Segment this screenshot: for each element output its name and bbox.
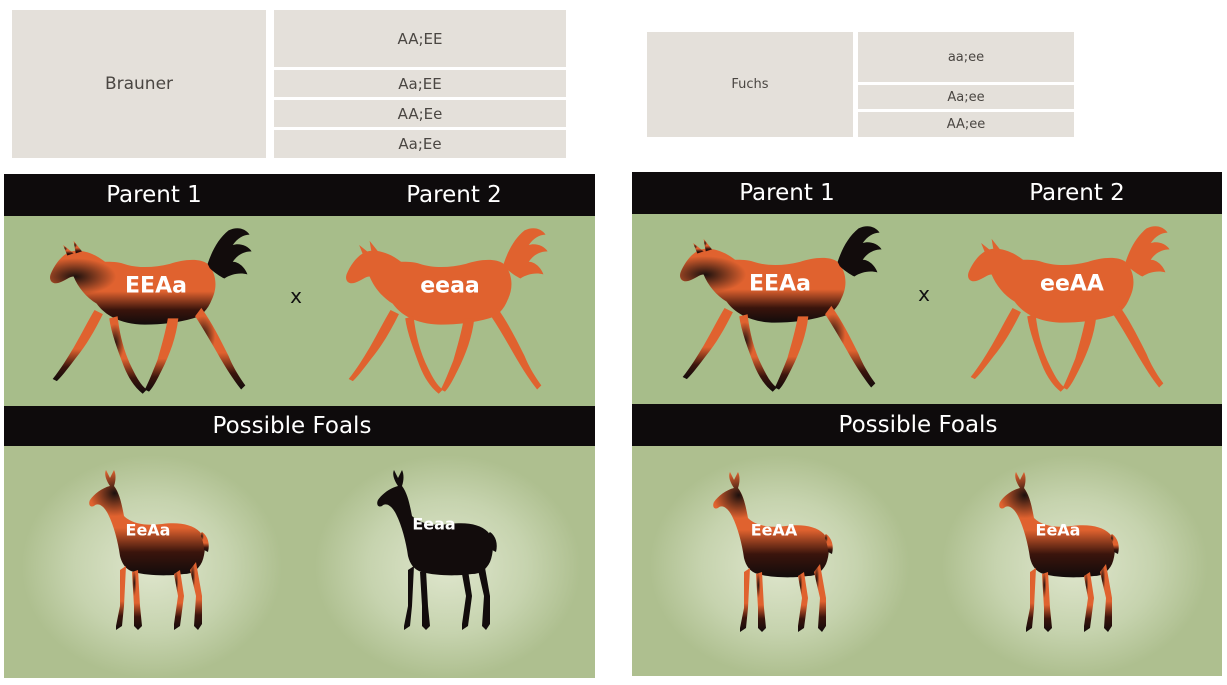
genotype-table-right-name-cell: Fuchs <box>647 32 853 137</box>
parent2-genotype-label: eeaa <box>420 273 480 299</box>
horse-bay-icon <box>680 226 882 392</box>
foals-heading: Possible Foals <box>212 413 372 439</box>
cross-symbol: x <box>918 282 930 306</box>
foal-bay-icon <box>713 472 833 632</box>
parent2-genotype-label: eeAA <box>1040 271 1104 297</box>
genotype-cell: AA;EE <box>274 10 566 67</box>
horse-chestnut-icon <box>346 228 548 394</box>
parent1-genotype-label: EEAa <box>749 271 811 297</box>
genotype-cell: Aa;Ee <box>274 130 566 158</box>
foals-heading: Possible Foals <box>838 412 998 438</box>
foal2-genotype-label: Eeaa <box>412 514 456 534</box>
foals-header-bar: Possible Foals <box>4 406 595 446</box>
parent2-heading: Parent 2 <box>1029 180 1125 206</box>
cross-diagram-left: Parent 1 Parent 2 EEAa x eeaa Possible F… <box>4 174 595 678</box>
cross-diagram-right: Parent 1 Parent 2 EEAa x eeAA Possible F… <box>632 172 1222 676</box>
parent2-heading: Parent 2 <box>406 182 502 208</box>
foals-field: EeAA EeAa <box>632 446 1222 676</box>
horse-chestnut-icon <box>968 226 1170 392</box>
horse-bay-icon <box>50 228 252 394</box>
foal-bay-icon <box>999 472 1119 632</box>
parents-field: EEAa x eeaa <box>4 216 595 406</box>
genotype-cell: aa;ee <box>858 32 1074 82</box>
parents-header-bar: Parent 1 Parent 2 <box>632 172 1222 214</box>
parent1-heading: Parent 1 <box>739 180 835 206</box>
genotype-cell: Aa;ee <box>858 85 1074 109</box>
parents-field: EEAa x eeAA <box>632 214 1222 404</box>
genotype-cell: Aa;EE <box>274 70 566 97</box>
parent1-heading: Parent 1 <box>106 182 202 208</box>
genotype-cell: AA;ee <box>858 112 1074 137</box>
parent1-genotype-label: EEAa <box>125 273 187 299</box>
coat-color-name: Fuchs <box>731 77 769 92</box>
foal2-genotype-label: EeAa <box>1035 520 1081 540</box>
parents-header-bar: Parent 1 Parent 2 <box>4 174 595 216</box>
foals-field: EeAa Eeaa <box>4 446 595 678</box>
foals-header-bar: Possible Foals <box>632 404 1222 446</box>
foal-black-icon <box>377 470 497 630</box>
foal1-genotype-label: EeAa <box>125 520 171 540</box>
foal1-genotype-label: EeAA <box>750 520 798 540</box>
cross-symbol: x <box>290 284 302 308</box>
coat-color-name: Brauner <box>104 74 174 94</box>
genotype-cell: AA;Ee <box>274 100 566 127</box>
genotype-table-left-name-cell: Brauner <box>12 10 266 158</box>
foal-bay-icon <box>89 470 209 630</box>
